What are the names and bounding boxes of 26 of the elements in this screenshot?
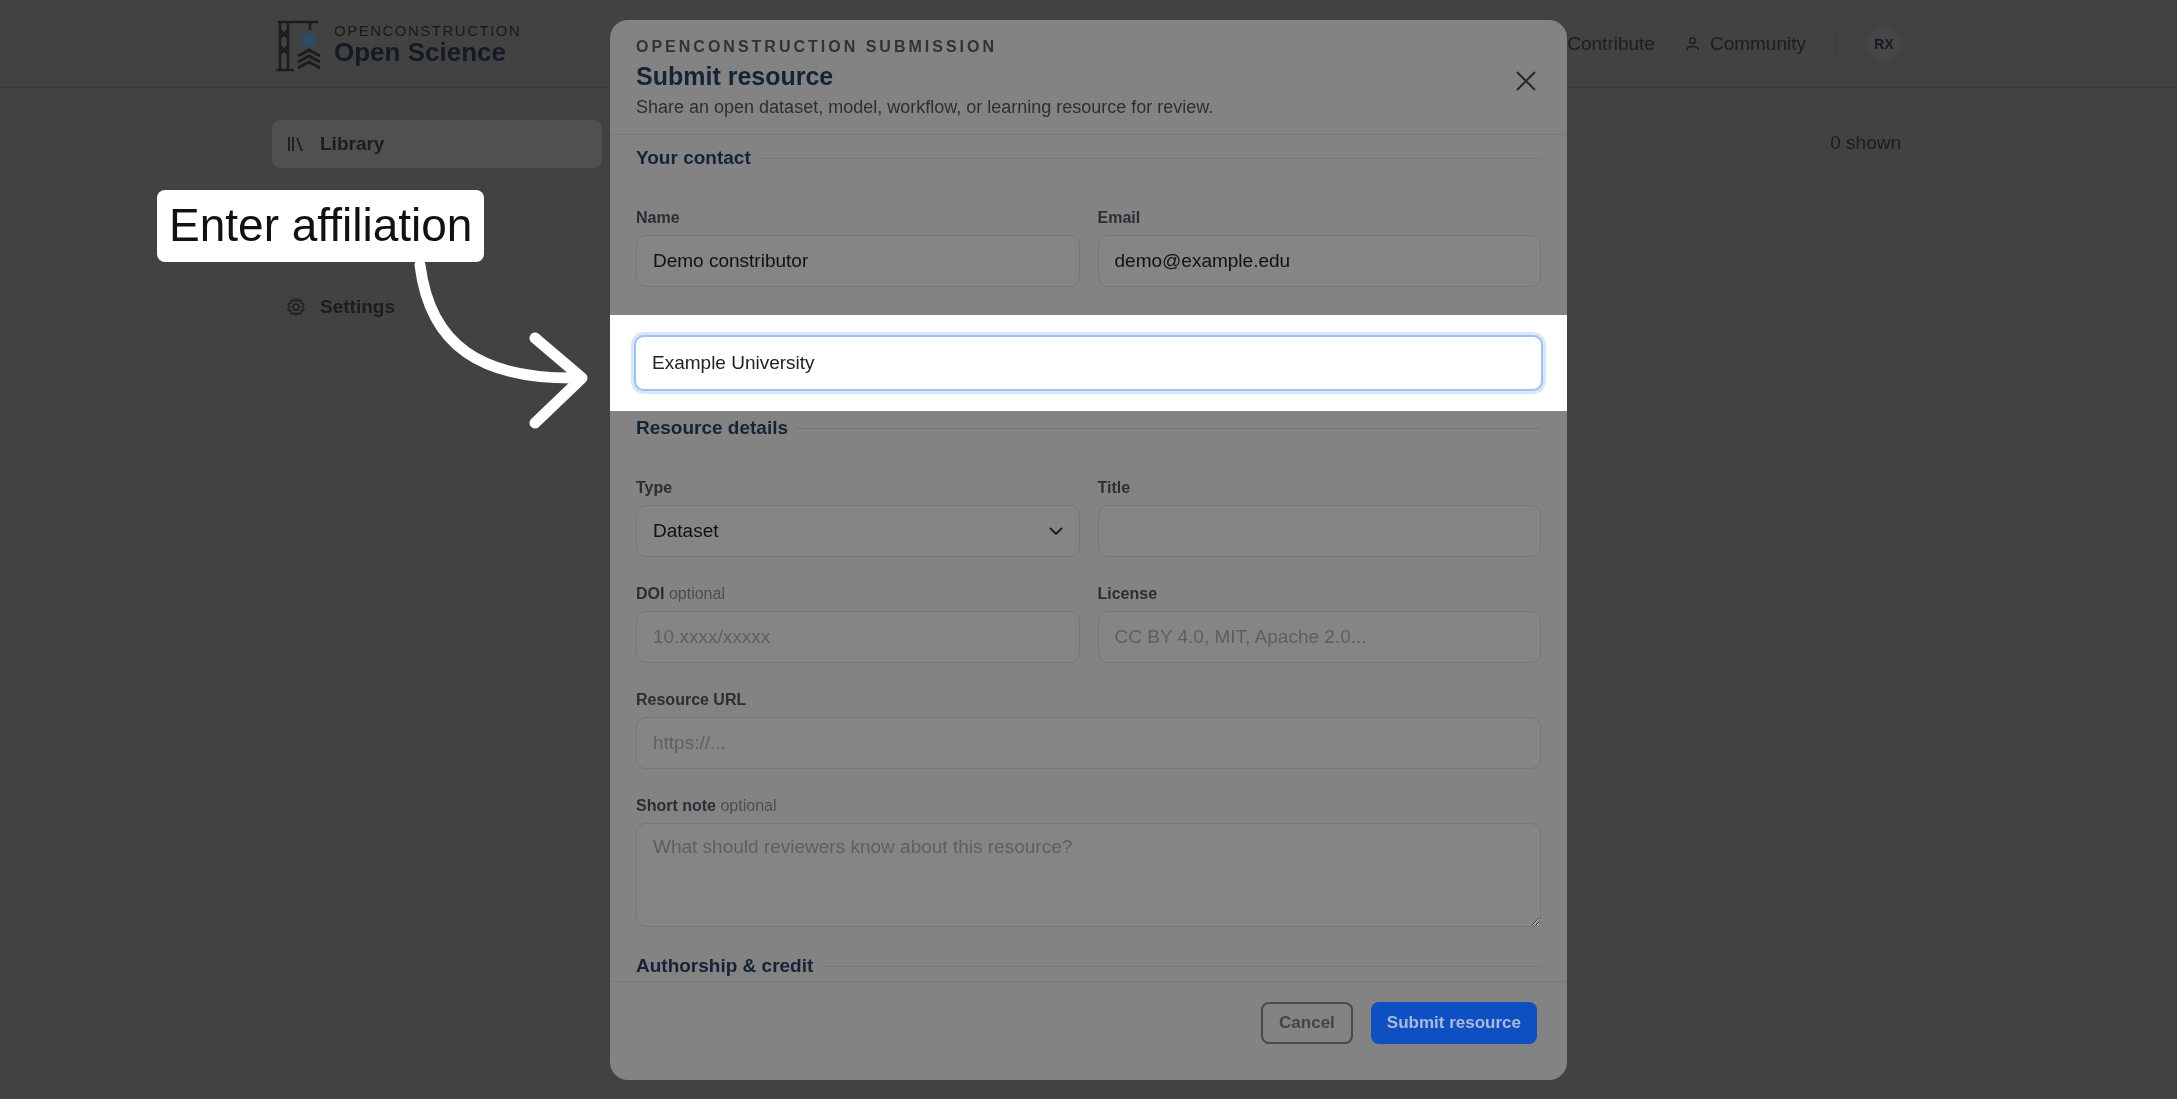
field-label: Short note optional xyxy=(636,797,778,815)
close-icon xyxy=(1515,70,1537,92)
section-heading: Resource details xyxy=(636,417,789,439)
field-label: Title xyxy=(1097,479,1132,497)
field-label: Email xyxy=(1097,209,1142,227)
books-icon xyxy=(286,134,306,154)
field-label: DOI optional xyxy=(636,585,726,603)
select-field[interactable]: Dataset xyxy=(636,505,1080,557)
tutorial-callout: Enter affiliation xyxy=(157,190,485,262)
dialog-title: Submit resource xyxy=(636,62,835,91)
gear-icon xyxy=(286,297,306,317)
chevron-down-icon xyxy=(1048,527,1063,535)
input-field[interactable]: Demo constributor xyxy=(636,235,1080,287)
dialog-eyebrow: OPENCONSTRUCTION SUBMISSION xyxy=(636,38,998,56)
dialog-button[interactable]: Cancel xyxy=(1261,1002,1353,1044)
field-label: Name xyxy=(636,209,681,227)
input-field[interactable]: Example University xyxy=(634,335,1543,391)
section-heading: Authorship & credit xyxy=(636,955,814,977)
person-icon xyxy=(1684,36,1700,51)
field-label: Type xyxy=(636,479,674,497)
section-heading: Your contact xyxy=(636,147,751,169)
dialog-button[interactable]: Submit resource xyxy=(1370,1002,1537,1044)
field-label: License xyxy=(1097,585,1159,603)
input-field[interactable]: demo@example.edu xyxy=(1097,235,1541,287)
dialog-subtitle: Share an open dataset, model, workflow, or learning resource for review. xyxy=(636,97,1214,118)
field-label: Resource URL xyxy=(636,691,748,709)
